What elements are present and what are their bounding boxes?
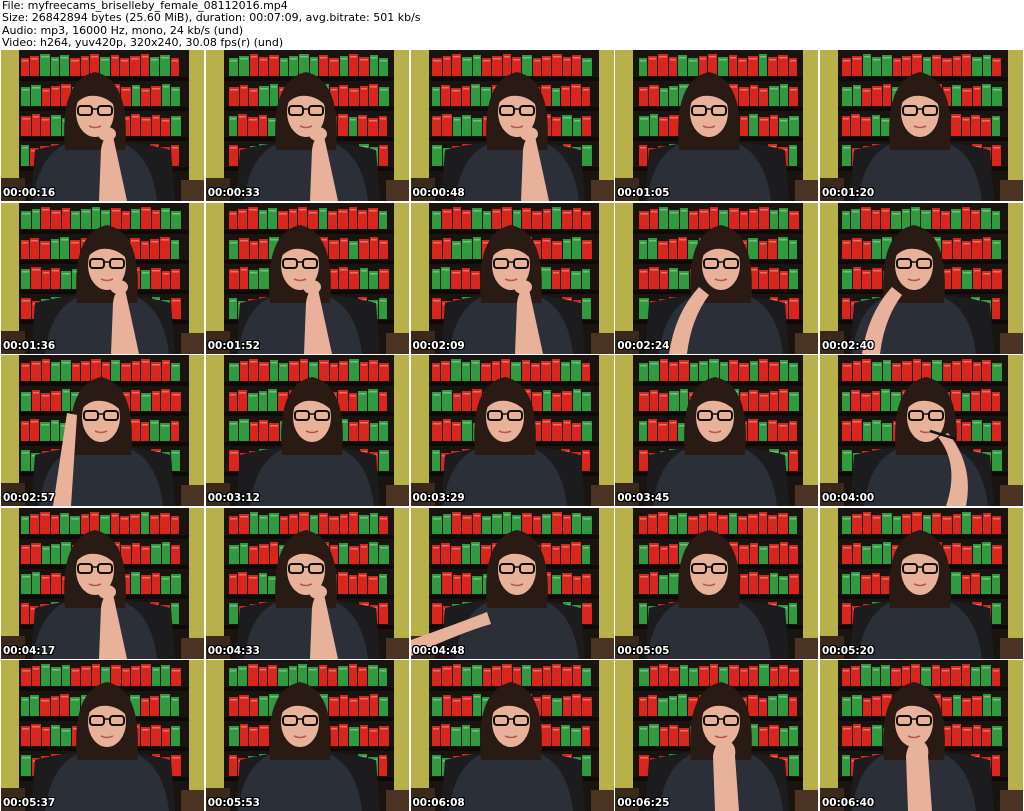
video-thumbnail: 00:05:20: [820, 507, 1023, 659]
thumbnail-timestamp: 00:01:52: [207, 339, 260, 352]
thumbnail-frame-image: [615, 50, 819, 201]
video-thumbnail: 00:06:40: [820, 660, 1023, 811]
thumbnail-grid: 00:00:16 00:00:33 00:00:48 00:01:05 00:01:20…: [1, 50, 1023, 811]
video-thumbnail: 00:02:57: [1, 355, 204, 506]
thumbnail-timestamp: 00:00:48: [412, 187, 465, 199]
video-thumbnail: 00:05:53: [205, 660, 409, 811]
thumbnail-frame-image: [205, 507, 409, 659]
video-thumbnail: 00:06:25: [615, 660, 819, 811]
video-info-line: Video: h264, yuv420p, 320x240, 30.08 fps…: [2, 35, 284, 49]
thumbnail-frame-image: [820, 202, 1023, 354]
thumbnail-frame-image: [410, 355, 614, 506]
thumbnail-frame-image: [410, 660, 614, 811]
video-thumbnail: 00:02:09: [410, 202, 614, 354]
thumbnail-timestamp: 00:02:24: [617, 339, 670, 352]
video-thumbnail: 00:01:36: [1, 202, 204, 354]
video-thumbnail: 00:02:40: [820, 202, 1023, 354]
video-thumbnail: 00:06:08: [410, 660, 614, 811]
thumbnail-frame-image: [410, 202, 614, 354]
thumbnail-timestamp: 00:03:29: [412, 492, 465, 504]
video-thumbnail: 00:00:48: [410, 50, 614, 201]
video-thumbnail: 00:04:00: [820, 355, 1023, 506]
video-thumbnail: 00:00:16: [1, 50, 204, 201]
thumbnail-frame-image: [615, 202, 819, 354]
thumbnail-timestamp: 00:05:05: [617, 644, 670, 657]
file-size-line: Size: 26842894 bytes (25.60 MiB), durati…: [2, 11, 421, 25]
video-thumbnail: 00:01:20: [820, 50, 1023, 201]
thumbnail-timestamp: 00:04:17: [3, 644, 56, 657]
thumbnail-timestamp: 00:06:40: [822, 797, 875, 809]
video-thumbnail: 00:01:52: [205, 202, 409, 354]
thumbnail-timestamp: 00:02:57: [3, 492, 56, 504]
thumbnail-timestamp: 00:04:33: [207, 644, 260, 657]
video-thumbnail: 00:02:24: [615, 202, 819, 354]
audio-info-line: Audio: mp3, 16000 Hz, mono, 24 kb/s (und…: [2, 23, 244, 37]
thumbnail-frame-image: [205, 202, 409, 354]
video-thumbnail: 00:05:05: [615, 507, 819, 659]
thumbnail-timestamp: 00:01:20: [822, 187, 875, 199]
video-thumbnail: 00:04:48: [410, 507, 614, 659]
video-thumbnail: 00:03:29: [410, 355, 614, 506]
thumbnail-frame-image: [205, 355, 409, 506]
thumbnail-frame-image: [820, 355, 1023, 506]
thumbnail-frame-image: [205, 660, 409, 811]
thumbnail-timestamp: 00:02:40: [822, 339, 875, 352]
video-thumbnail: 00:01:05: [615, 50, 819, 201]
thumbnail-timestamp: 00:02:09: [412, 339, 465, 352]
video-thumbnail: 00:04:17: [1, 507, 204, 659]
thumbnail-frame-image: [1, 202, 204, 354]
thumbnail-frame-image: [410, 50, 614, 201]
thumbnail-frame-image: [615, 660, 819, 811]
thumbnail-frame-image: [1, 355, 204, 506]
thumbnail-frame-image: [1, 507, 204, 659]
video-thumbnail: 00:04:33: [205, 507, 409, 659]
thumbnail-frame-image: [615, 507, 819, 659]
thumbnail-timestamp: 00:00:16: [3, 187, 56, 199]
thumbnail-timestamp: 00:03:12: [207, 492, 260, 504]
thumbnail-timestamp: 00:06:25: [617, 797, 670, 809]
thumbnail-timestamp: 00:00:33: [207, 187, 260, 199]
video-thumbnail: 00:03:12: [205, 355, 409, 506]
thumbnail-frame-image: [820, 660, 1023, 811]
video-thumbnail: 00:05:37: [1, 660, 204, 811]
thumbnail-frame-image: [1, 660, 204, 811]
thumbnail-frame-image: [820, 50, 1023, 201]
thumbnail-timestamp: 00:01:36: [3, 339, 56, 352]
thumbnail-timestamp: 00:05:37: [3, 797, 56, 809]
thumbnail-timestamp: 00:05:53: [207, 797, 260, 809]
thumbnail-timestamp: 00:04:00: [822, 492, 875, 504]
thumbnail-frame-image: [820, 507, 1023, 659]
thumbnail-timestamp: 00:05:20: [822, 644, 875, 657]
thumbnail-frame-image: [205, 50, 409, 201]
video-thumbnail: 00:03:45: [615, 355, 819, 506]
thumbnail-timestamp: 00:03:45: [617, 492, 670, 504]
thumbnail-frame-image: [1, 50, 204, 201]
thumbnail-timestamp: 00:04:48: [412, 644, 465, 657]
thumbnail-timestamp: 00:06:08: [412, 797, 465, 809]
video-thumbnail: 00:00:33: [205, 50, 409, 201]
file-info-header: File: myfreecams_briselleby_female_08112…: [2, 0, 1022, 49]
thumbnail-frame-image: [615, 355, 819, 506]
thumbnail-timestamp: 00:01:05: [617, 187, 670, 199]
thumbnail-frame-image: [410, 507, 614, 659]
